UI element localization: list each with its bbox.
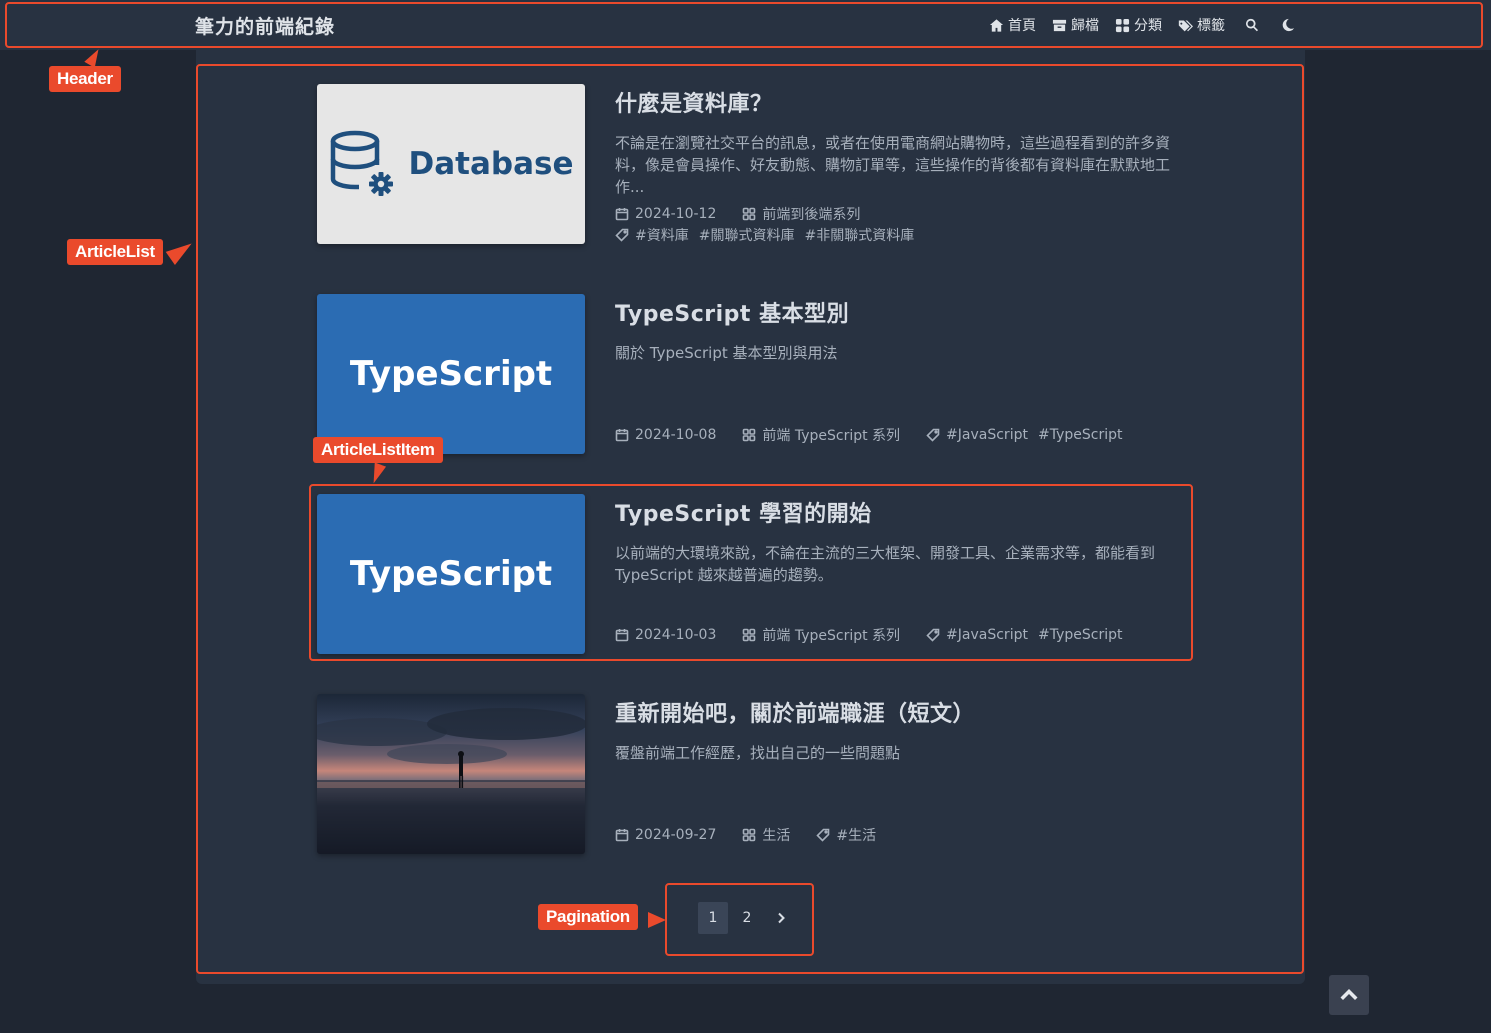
article-category[interactable]: 前端 TypeScript 系列: [762, 625, 900, 645]
article-list-annotation-pointer: [165, 236, 197, 266]
category-icon: [743, 628, 756, 642]
article-list-item[interactable]: Database 什麼是資料庫？ 不論是在瀏覽社交平台的訊息，或者在使用電商網站…: [317, 84, 1187, 244]
category-icon: [743, 828, 756, 842]
article-category[interactable]: 前端 TypeScript 系列: [762, 425, 900, 445]
nav-item-home[interactable]: 首頁: [989, 15, 1036, 35]
tag-link[interactable]: #JavaScript: [946, 427, 1028, 443]
article-category[interactable]: 前端到後端系列: [762, 204, 860, 224]
tag-link[interactable]: #關聯式資料庫: [699, 225, 795, 245]
home-icon: [989, 18, 1004, 32]
article-thumbnail[interactable]: [317, 694, 585, 854]
article-meta: 2024-10-03 前端 TypeScript 系列 #JavaScript …: [615, 625, 1126, 645]
article-excerpt: 以前端的大環境來說，不論在主流的三大框架、開發工具、企業需求等，都能看到 Typ…: [615, 544, 1156, 584]
article-category[interactable]: 生活: [762, 825, 790, 845]
article-date: 2024-10-03: [635, 627, 717, 643]
tag-icon: [926, 628, 940, 642]
pagination: 1 2: [698, 902, 796, 934]
nav-item-tags[interactable]: 標籤: [1178, 15, 1225, 35]
tag-icon: [615, 228, 629, 242]
nav-label-archive: 歸檔: [1071, 18, 1099, 34]
article-date: 2024-10-12: [635, 206, 717, 222]
tag-link[interactable]: #TypeScript: [1038, 627, 1123, 643]
article-excerpt: 不論是在瀏覽社交平台的訊息，或者在使用電商網站購物時，這些過程看到的許多資料，像…: [615, 134, 1171, 196]
category-icon: [743, 207, 756, 221]
archive-icon: [1052, 19, 1067, 31]
pagination-annotation-label: Pagination: [538, 904, 638, 930]
tag-link[interactable]: #JavaScript: [946, 627, 1028, 643]
article-meta: 2024-10-08 前端 TypeScript 系列 #JavaScript …: [615, 425, 1126, 445]
next-page-button[interactable]: [766, 902, 796, 934]
page-button-2[interactable]: 2: [732, 902, 762, 934]
article-date: 2024-10-08: [635, 427, 717, 443]
calendar-icon: [615, 208, 629, 221]
header-annotation-label: Header: [49, 66, 121, 92]
article-tags: #資料庫 #關聯式資料庫 #非關聯式資料庫: [615, 225, 918, 245]
chevron-up-icon: [1340, 989, 1358, 1000]
site-header: 筆力的前端紀錄 首頁 歸檔 分類 標籤: [0, 0, 1491, 50]
category-icon: [743, 428, 756, 442]
article-date: 2024-09-27: [635, 827, 717, 843]
thumbnail-text: TypeScript: [349, 554, 553, 594]
nav-item-categories[interactable]: 分類: [1115, 15, 1162, 35]
article-meta: 2024-10-12 前端到後端系列: [615, 204, 860, 224]
article-thumbnail[interactable]: TypeScript: [317, 494, 585, 654]
article-excerpt: 關於 TypeScript 基本型別與用法: [615, 344, 838, 362]
article-list-annotation-label: ArticleList: [67, 239, 163, 265]
page-button-1[interactable]: 1: [698, 902, 728, 934]
article-list-item[interactable]: TypeScript TypeScript 基本型別 關於 TypeScript…: [317, 294, 1187, 454]
article-title[interactable]: 什麼是資料庫？: [615, 86, 1180, 118]
tag-link[interactable]: #生活: [836, 825, 876, 845]
article-body: 什麼是資料庫？ 不論是在瀏覽社交平台的訊息，或者在使用電商網站購物時，這些過程看…: [615, 84, 1180, 244]
nav-label-home: 首頁: [1008, 18, 1036, 34]
thumbnail-text: Database: [408, 146, 574, 182]
grid-icon: [1115, 18, 1130, 32]
article-list-item[interactable]: TypeScript TypeScript 學習的開始 以前端的大環境來說，不論…: [317, 494, 1187, 654]
nav-label-tags: 標籤: [1197, 18, 1225, 34]
thumbnail-text: TypeScript: [349, 354, 553, 394]
calendar-icon: [615, 429, 629, 442]
nav-label-categories: 分類: [1134, 18, 1162, 34]
moon-icon: [1282, 18, 1295, 32]
tag-icon: [926, 428, 940, 442]
article-meta: 2024-09-27 生活 #生活: [615, 825, 880, 845]
site-title[interactable]: 筆力的前端紀錄: [195, 12, 335, 39]
article-title[interactable]: TypeScript 基本型別: [615, 296, 1180, 328]
tag-link[interactable]: #TypeScript: [1038, 427, 1123, 443]
tag-link[interactable]: #非關聯式資料庫: [804, 225, 914, 245]
calendar-icon: [615, 629, 629, 642]
search-icon: [1246, 18, 1259, 32]
tag-icon: [816, 828, 830, 842]
article-body: TypeScript 基本型別 關於 TypeScript 基本型別與用法 20…: [615, 294, 1180, 454]
article-excerpt: 覆盤前端工作經歷，找出自己的一些問題點: [615, 744, 901, 762]
tag-link[interactable]: #資料庫: [635, 225, 689, 245]
pagination-annotation-pointer: [648, 912, 666, 928]
database-gear-icon: [330, 130, 393, 196]
article-title[interactable]: 重新開始吧，關於前端職涯（短文）: [615, 696, 1180, 728]
tags-icon: [1178, 20, 1193, 31]
main-nav: 首頁 歸檔 分類 標籤: [989, 15, 1295, 35]
chevron-right-icon: [778, 912, 785, 924]
article-thumbnail[interactable]: TypeScript: [317, 294, 585, 454]
sunset-beach-photo: [317, 708, 585, 854]
back-to-top-button[interactable]: [1329, 975, 1369, 1015]
article-list-item-annotation-label: ArticleListItem: [313, 437, 443, 463]
theme-toggle-button[interactable]: [1281, 18, 1295, 32]
article-body: TypeScript 學習的開始 以前端的大環境來說，不論在主流的三大框架、開發…: [615, 494, 1180, 654]
article-body: 重新開始吧，關於前端職涯（短文） 覆盤前端工作經歷，找出自己的一些問題點 202…: [615, 694, 1180, 854]
nav-item-archive[interactable]: 歸檔: [1052, 15, 1099, 35]
search-button[interactable]: [1245, 18, 1259, 32]
article-list-item[interactable]: 重新開始吧，關於前端職涯（短文） 覆盤前端工作經歷，找出自己的一些問題點 202…: [317, 694, 1187, 854]
article-title[interactable]: TypeScript 學習的開始: [615, 496, 1180, 528]
calendar-icon: [615, 829, 629, 842]
article-thumbnail[interactable]: Database: [317, 84, 585, 244]
